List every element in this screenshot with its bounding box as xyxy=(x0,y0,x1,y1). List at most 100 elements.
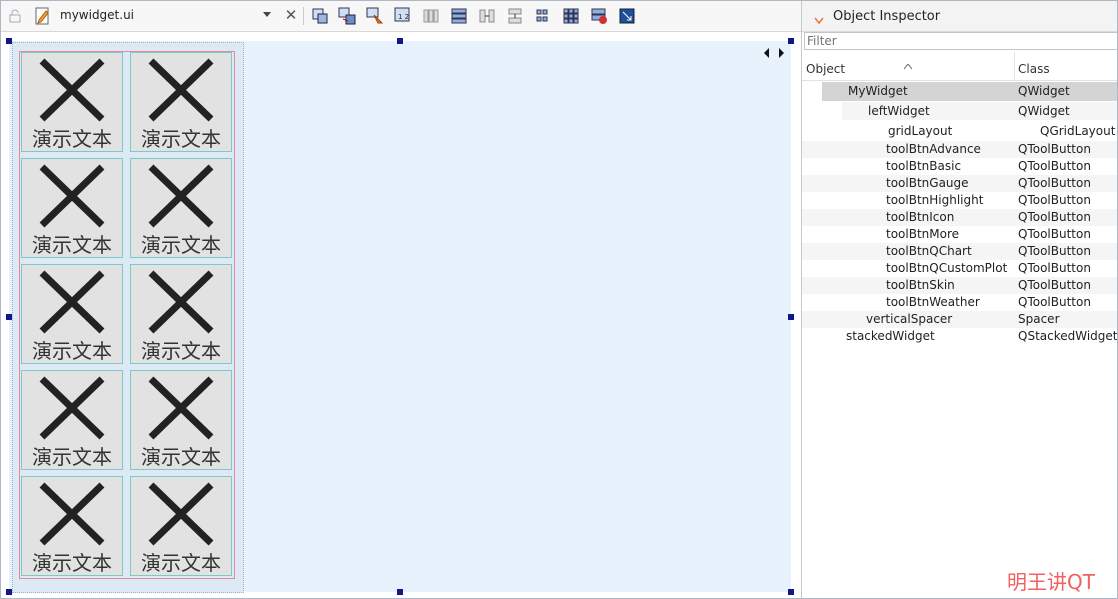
layout-form-icon[interactable] xyxy=(534,7,552,25)
tool-button[interactable]: 演示文本 xyxy=(130,370,232,470)
class-name: QToolButton xyxy=(1018,142,1091,156)
tree-row-toolbtnadvance[interactable]: toolBtnAdvance QToolButton xyxy=(802,141,1117,158)
inspector-title-bar[interactable]: Object Inspector xyxy=(802,1,1117,32)
resize-handle-bottom[interactable] xyxy=(397,589,403,595)
close-x-icon xyxy=(148,164,214,228)
close-x-icon xyxy=(39,482,105,546)
tool-button[interactable]: 演示文本 xyxy=(21,158,123,258)
tool-button[interactable]: 演示文本 xyxy=(21,52,123,152)
object-name: toolBtnQChart xyxy=(886,244,972,258)
resize-handle-top[interactable] xyxy=(397,38,403,44)
tree-row-stackedwidget[interactable]: stackedWidget QStackedWidget xyxy=(802,328,1118,345)
form-toolbar: mywidget.ui ✕ 1 2 xyxy=(1,1,801,32)
tree-row-toolbtnicon[interactable]: toolBtnIcon QToolButton xyxy=(802,209,1117,226)
tool-button[interactable]: 演示文本 xyxy=(21,476,123,576)
edit-signals-slots-icon[interactable] xyxy=(338,7,356,25)
watermark-text: 明王讲QT xyxy=(1007,570,1095,594)
break-layout-icon[interactable] xyxy=(590,7,608,25)
close-x-icon xyxy=(148,270,214,334)
class-name: QToolButton xyxy=(1018,159,1091,173)
edit-widgets-icon[interactable] xyxy=(311,7,329,25)
tree-row-gridlayout[interactable]: gridLayout QGridLayout xyxy=(802,124,1117,141)
object-name: toolBtnMore xyxy=(886,227,960,241)
tree-row-toolbtnskin[interactable]: toolBtnSkin QToolButton xyxy=(802,277,1117,294)
tool-button-label: 演示文本 xyxy=(32,445,112,469)
tree-row-verticalspacer[interactable]: verticalSpacer Spacer xyxy=(802,311,1117,328)
close-x-icon xyxy=(148,376,214,440)
object-name: toolBtnBasic xyxy=(886,159,962,173)
object-name: gridLayout xyxy=(888,124,953,138)
resize-handle-top-right[interactable] xyxy=(788,38,794,44)
adjust-size-icon[interactable] xyxy=(618,7,636,25)
object-name: verticalSpacer xyxy=(866,312,953,326)
close-x-icon xyxy=(148,58,214,122)
close-x-icon xyxy=(148,482,214,546)
tool-button-label: 演示文本 xyxy=(141,445,221,469)
class-name: QToolButton xyxy=(1018,193,1091,207)
layout-horizontal-icon[interactable] xyxy=(422,7,440,25)
class-name: QToolButton xyxy=(1018,295,1091,309)
lock-icon[interactable] xyxy=(8,8,22,23)
class-name: QWidget xyxy=(1018,84,1070,98)
inspector-title: Object Inspector xyxy=(833,9,941,24)
tool-button-label: 演示文本 xyxy=(32,339,112,363)
close-x-icon xyxy=(39,58,105,122)
tool-button[interactable]: 演示文本 xyxy=(130,52,232,152)
tree-row-toolbtnmore[interactable]: toolBtnMore QToolButton xyxy=(802,226,1117,243)
tool-button-label: 演示文本 xyxy=(32,233,112,257)
file-name-label: mywidget.ui xyxy=(60,8,135,22)
tool-button[interactable]: 演示文本 xyxy=(21,264,123,364)
layout-grid-icon[interactable] xyxy=(562,7,580,25)
class-name: QToolButton xyxy=(1018,210,1091,224)
tool-button-label: 演示文本 xyxy=(141,339,221,363)
tree-row-text: leftWidget QWidget xyxy=(802,104,1117,121)
layout-vertical-icon[interactable] xyxy=(450,7,468,25)
column-header-object[interactable]: Object xyxy=(806,62,845,76)
object-name: toolBtnHighlight xyxy=(886,193,984,207)
toolbar-separator xyxy=(303,7,304,25)
object-name: toolBtnGauge xyxy=(886,176,969,190)
layout-splitter-horizontal-icon[interactable] xyxy=(478,7,496,25)
tool-button[interactable]: 演示文本 xyxy=(130,158,232,258)
class-name: QToolButton xyxy=(1018,261,1091,275)
class-name: QStackedWidget xyxy=(1018,329,1118,343)
filter-input[interactable] xyxy=(804,32,1117,50)
edit-tab-order-icon[interactable]: 1 2 xyxy=(394,7,412,25)
tree-row-toolbtnhighlight[interactable]: toolBtnHighlight QToolButton xyxy=(802,192,1117,209)
chevron-down-icon[interactable] xyxy=(814,10,824,25)
edit-buddies-icon[interactable] xyxy=(366,7,384,25)
resize-handle-bottom-right[interactable] xyxy=(788,589,794,595)
object-name: toolBtnWeather xyxy=(886,295,980,309)
layout-splitter-vertical-icon[interactable] xyxy=(506,7,524,25)
tool-button[interactable]: 演示文本 xyxy=(130,264,232,364)
tool-button-label: 演示文本 xyxy=(32,127,112,151)
object-name: stackedWidget xyxy=(846,329,935,343)
tool-button-label: 演示文本 xyxy=(141,551,221,575)
close-icon[interactable]: ✕ xyxy=(283,7,299,23)
class-name: QToolButton xyxy=(1018,176,1091,190)
tree-row-toolbtnqchart[interactable]: toolBtnQChart QToolButton xyxy=(802,243,1117,260)
tool-button-label: 演示文本 xyxy=(141,127,221,151)
class-name: Spacer xyxy=(1018,312,1060,326)
object-name: toolBtnQCustomPlot xyxy=(886,261,1008,275)
object-name: MyWidget xyxy=(848,84,908,98)
designer-window: mywidget.ui ✕ 1 2 演示文本 演示文本 演示文本 演示文本 演示… xyxy=(0,0,1118,599)
svg-text:1 2: 1 2 xyxy=(398,13,409,21)
tree-row-toolbtnweather[interactable]: toolBtnWeather QToolButton xyxy=(802,294,1117,311)
tool-button[interactable]: 演示文本 xyxy=(130,476,232,576)
resize-handle-right[interactable] xyxy=(788,314,794,320)
object-name: toolBtnSkin xyxy=(886,278,955,292)
dropdown-arrow-icon[interactable] xyxy=(263,12,271,17)
sort-ascending-icon xyxy=(903,54,913,70)
column-header-class[interactable]: Class xyxy=(1018,62,1050,76)
object-inspector-panel: Object Inspector Object Class MyWidget Q… xyxy=(801,1,1118,598)
tree-row-text: MyWidget QWidget xyxy=(802,84,1117,101)
tree-row-toolbtnbasic[interactable]: toolBtnBasic QToolButton xyxy=(802,158,1117,175)
close-x-icon xyxy=(39,270,105,334)
tree-row-toolbtngauge[interactable]: toolBtnGauge QToolButton xyxy=(802,175,1117,192)
tool-button[interactable]: 演示文本 xyxy=(21,370,123,470)
page-nav-arrows-icon[interactable] xyxy=(763,44,787,58)
class-name: QToolButton xyxy=(1018,227,1091,241)
tree-row-toolbtnqcustomplot[interactable]: toolBtnQCustomPlot QToolButton xyxy=(802,260,1117,277)
column-divider[interactable] xyxy=(1014,52,1015,80)
